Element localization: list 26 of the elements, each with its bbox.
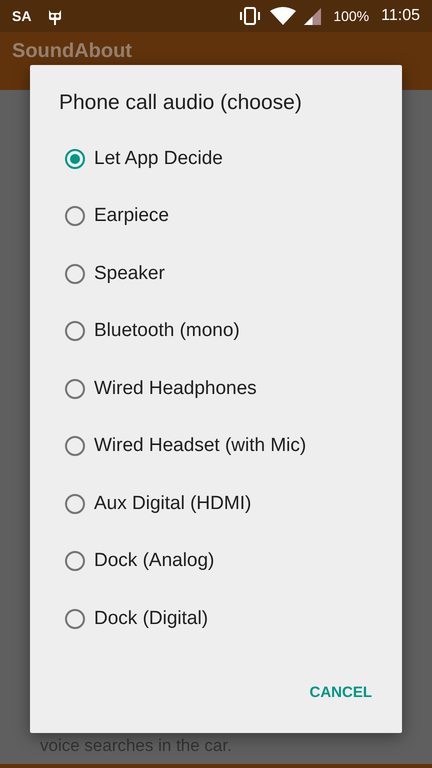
option-label[interactable]: Bluetooth (mono) bbox=[94, 320, 240, 342]
app-title: SoundAbout bbox=[12, 40, 132, 62]
radio-button[interactable] bbox=[65, 436, 85, 456]
battery-percent: 100% bbox=[333, 8, 370, 24]
radio-button[interactable] bbox=[65, 148, 85, 169]
radio-button[interactable] bbox=[65, 206, 85, 226]
option-label[interactable]: Wired Headset (with Mic) bbox=[94, 435, 306, 458]
wifi-icon bbox=[270, 7, 296, 25]
radio-button[interactable] bbox=[65, 321, 85, 342]
carrier-label: SA bbox=[12, 8, 32, 24]
signal-icon bbox=[304, 8, 322, 24]
clock: 11:05 bbox=[381, 7, 420, 25]
option-label[interactable]: Earpiece bbox=[94, 205, 169, 228]
radio-button[interactable] bbox=[65, 551, 85, 572]
option-label[interactable]: Let App Decide bbox=[94, 148, 223, 170]
radio-button[interactable] bbox=[65, 264, 85, 284]
option-label[interactable]: Aux Digital (HDMI) bbox=[94, 492, 252, 515]
option-label[interactable]: Dock (Digital) bbox=[94, 608, 208, 630]
option-label[interactable]: Dock (Analog) bbox=[94, 550, 214, 572]
radio-button[interactable] bbox=[65, 608, 85, 629]
vibrate-icon bbox=[238, 7, 262, 25]
option-label[interactable]: Speaker bbox=[94, 262, 165, 285]
dialog-title: Phone call audio (choose) bbox=[58, 90, 303, 115]
radio-button[interactable] bbox=[65, 378, 85, 399]
radio-button[interactable] bbox=[65, 494, 85, 514]
option-label[interactable]: Wired Headphones bbox=[94, 378, 257, 400]
